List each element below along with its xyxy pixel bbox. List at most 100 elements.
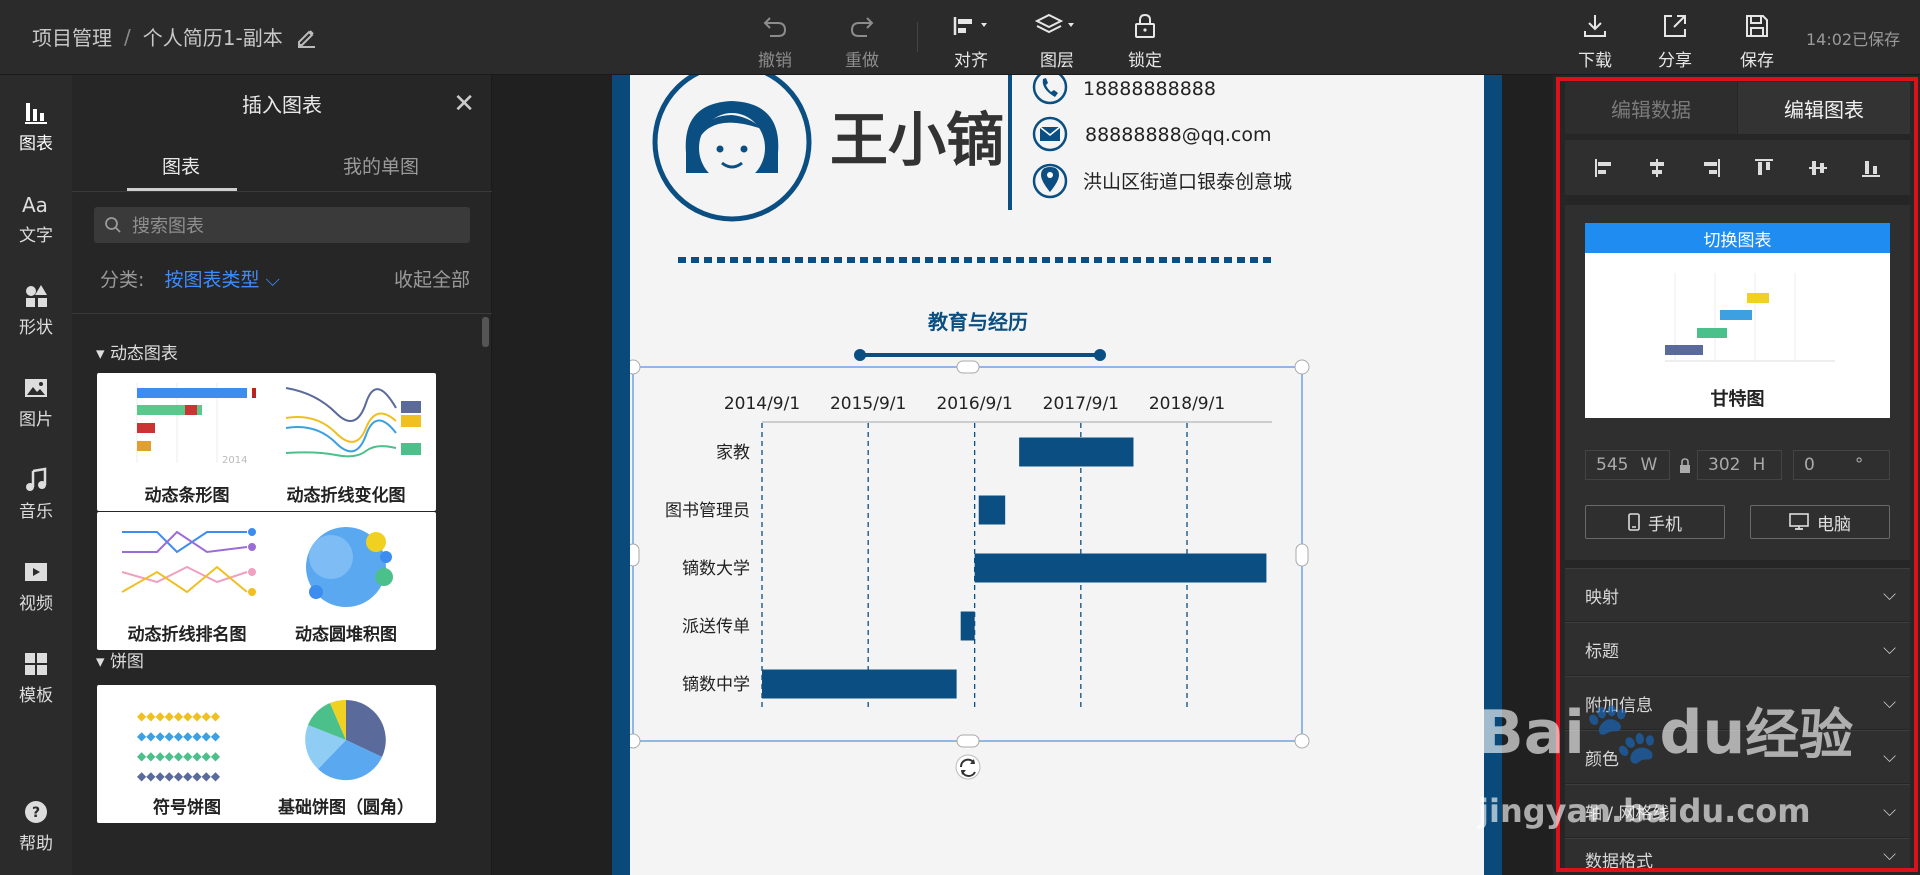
music-icon [26,467,47,491]
resize-handle [1294,359,1310,375]
resize-handle [1295,543,1309,567]
chart-card[interactable]: ◆◆◆◆◆◆◆◆◆ ◆◆◆◆◆◆◆◆◆ ◆◆◆◆◆◆◆◆◆ ◆◆◆◆◆◆◆◆◆ … [97,685,277,823]
redo-icon [850,17,874,37]
svg-text:?: ? [32,805,40,821]
text-icon: Aa [22,193,48,216]
location-pin-icon [1032,163,1068,199]
gantt-bar [1019,437,1134,467]
image-icon [25,379,47,397]
download-label: 下载 [1578,51,1612,71]
edit-pencil-icon[interactable] [295,26,317,48]
bar-chart-icon [25,103,47,124]
scrollbar[interactable] [482,317,489,347]
layers-icon [1035,13,1074,34]
nav-music[interactable]: 音乐 [0,463,72,522]
svg-text:◆◆◆◆◆◆◆◆◆: ◆◆◆◆◆◆◆◆◆ [137,749,221,763]
nav-shapes[interactable]: 形状 [0,279,72,338]
task-label: 图书管理员 [665,501,750,521]
resume-page: 王小镝 18888888888 88888888@qq.com 洪山区街道口银泰… [612,75,1502,875]
nav-help[interactable]: ? 帮助 [0,795,72,854]
lock-button[interactable]: 锁定 [1110,6,1180,71]
section-pie[interactable]: ▾ 饼图 [96,647,144,672]
chart-card-label: 基础饼图（圆角） [278,798,414,818]
top-toolbar: 项目管理 / 个人简历1-副本 撤销 重做 对齐 图层 锁定 下载 分享 保存 … [0,0,1920,75]
underline-dot-right [1094,349,1106,361]
gantt-bar [960,611,975,641]
rotate-handle-icon [955,754,981,780]
chart-card[interactable]: 2014 动态条形图 [97,373,277,511]
category-filter: 分类: 按图表类型 ⌵ 收起全部 [100,265,470,292]
resume-name: 王小镝 [830,106,1004,174]
chart-card-label: 符号饼图 [153,798,221,818]
resize-handle [1294,733,1310,749]
nav-text[interactable]: Aa 文字 [0,187,72,246]
chart-card[interactable]: 基础饼图（圆角） [256,685,436,823]
caret-down-icon: ▾ [96,344,110,364]
share-icon [1664,15,1686,37]
video-icon [25,563,47,581]
search-placeholder: 搜索图表 [132,216,204,237]
layers-label: 图层 [1040,51,1074,71]
nav-image[interactable]: 图片 [0,371,72,430]
phone-icon [1032,75,1068,105]
x-tick-label: 2015/9/1 [830,394,906,414]
save-icon [1746,15,1768,37]
lock-label: 锁定 [1128,51,1162,71]
email-icon [1032,116,1068,152]
breadcrumb-separator: / [124,24,131,49]
nav-chart[interactable]: 图表 [0,95,72,154]
nav-template-label: 模板 [19,686,53,706]
gantt-bar [762,669,957,699]
align-left-icon [953,17,987,35]
nav-shapes-label: 形状 [19,318,53,338]
breadcrumb-root[interactable]: 项目管理 [32,22,112,51]
caret-down-icon: ▾ [96,652,110,672]
close-icon[interactable]: ✕ [453,89,475,119]
document-title[interactable]: 个人简历1-副本 [143,22,283,51]
svg-text:Aa: Aa [22,193,48,216]
chart-card-label: 动态圆堆积图 [295,625,397,645]
nav-help-label: 帮助 [19,834,53,854]
redo-button[interactable]: 重做 [827,6,897,71]
resize-handle [956,360,980,374]
svg-text:◆◆◆◆◆◆◆◆◆: ◆◆◆◆◆◆◆◆◆ [137,709,221,723]
x-tick-label: 2017/9/1 [1043,394,1119,414]
panel-title: 插入图表 [242,93,322,117]
tab-my-charts[interactable]: 我的单图 [343,152,419,179]
nav-video[interactable]: 视频 [0,555,72,614]
download-icon [1584,15,1606,37]
task-label: 镝数大学 [682,559,750,579]
save-label: 保存 [1740,51,1774,71]
section-dynamic[interactable]: ▾ 动态图表 [96,339,178,364]
avatar-girl-icon [685,101,779,183]
nav-template[interactable]: 模板 [0,647,72,706]
chart-card[interactable]: 动态圆堆积图 [256,512,436,650]
chart-card[interactable]: 动态折线变化图 [256,373,436,511]
gantt-chart: 2014/9/1 2015/9/1 2016/9/1 2017/9/1 2018/9/1… [665,394,1272,711]
share-button[interactable]: 分享 [1640,6,1710,71]
align-button[interactable]: 对齐 [936,6,1006,71]
resume-phone: 18888888888 [1083,78,1216,100]
nav-image-label: 图片 [19,410,53,430]
tab-charts[interactable]: 图表 [162,152,200,179]
filter-dropdown[interactable]: 按图表类型 ⌵ [164,269,279,291]
x-tick-label: 2016/9/1 [936,394,1012,414]
undo-button[interactable]: 撤销 [740,6,810,71]
chart-card[interactable]: 动态折线排名图 [97,512,277,650]
collapse-all-button[interactable]: 收起全部 [394,265,470,292]
save-status: 14:02已保存 [1806,30,1901,49]
download-button[interactable]: 下载 [1560,6,1630,71]
layers-button[interactable]: 图层 [1022,6,1092,71]
panel-tabs: 图表 我的单图 [72,140,492,192]
symbol-pie-thumbnail: ◆◆◆◆◆◆◆◆◆ ◆◆◆◆◆◆◆◆◆ ◆◆◆◆◆◆◆◆◆ ◆◆◆◆◆◆◆◆◆ [137,709,221,783]
resume-email: 88888888@qq.com [1085,124,1271,146]
underline-dot-left [854,349,866,361]
template-icon [25,653,47,675]
section-pie-label: 饼图 [109,652,144,672]
chart-card-label: 动态折线排名图 [127,625,247,645]
search-input[interactable]: 搜索图表 [94,207,470,243]
x-tick-label: 2014/9/1 [724,394,800,414]
resize-handle [630,359,641,375]
undo-icon [763,17,787,37]
save-button[interactable]: 保存 [1722,6,1792,71]
